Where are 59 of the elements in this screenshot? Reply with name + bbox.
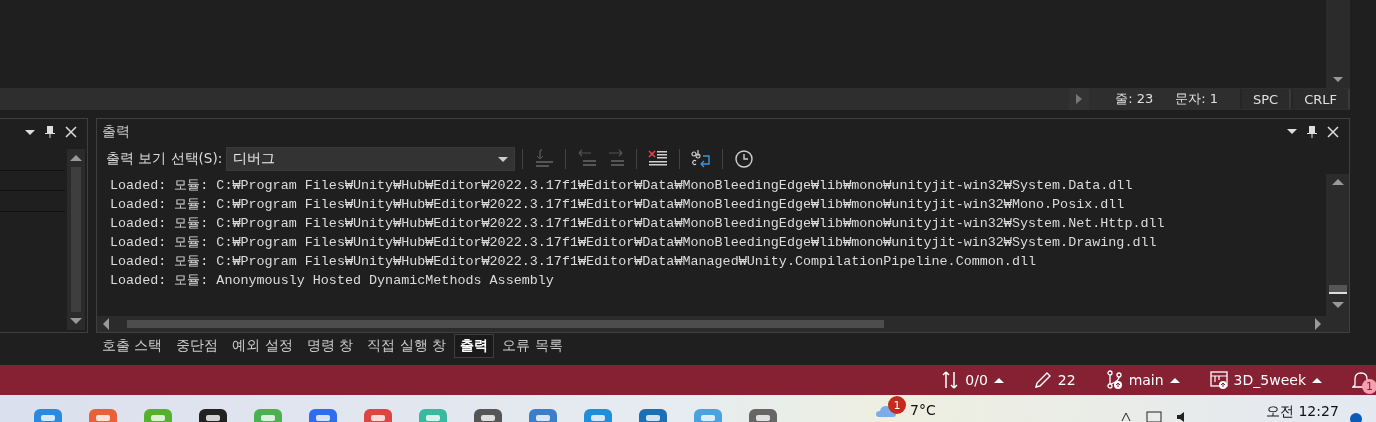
scroll-down-icon[interactable]	[70, 318, 82, 324]
dropdown-icon[interactable]	[25, 129, 35, 135]
pencil-icon[interactable]	[1033, 371, 1052, 389]
bell-icon[interactable]	[1352, 371, 1370, 389]
scroll-up-icon[interactable]	[1331, 179, 1344, 185]
panel-tab[interactable]: 예외 설정	[226, 334, 299, 358]
close-icon[interactable]	[1327, 125, 1339, 138]
caret-icon	[498, 156, 509, 162]
scrollbar-thumb[interactable]	[1328, 285, 1347, 294]
repository-icon[interactable]	[1209, 370, 1228, 390]
changes-count[interactable]: 22	[1057, 372, 1076, 388]
source-label: 출력 보기 선택(S):	[106, 150, 223, 168]
scroll-down-icon[interactable]	[1333, 77, 1343, 82]
panel-title: 출력	[102, 122, 131, 141]
notification-dot[interactable]	[1350, 413, 1362, 422]
word-wrap-icon[interactable]	[691, 149, 712, 169]
sync-arrows-icon[interactable]	[941, 370, 960, 390]
pin-icon[interactable]	[45, 126, 55, 138]
caret-icon[interactable]	[1120, 411, 1132, 422]
output-line: Loaded: 모듈: C:₩Program Files₩Unity₩Hub₩Editor₩2022.3.17f1₩Editor₩Data₩MonoBleedingEdge₩lib₩mono₩unityjit-win32₩System.Drawing.dll	[110, 234, 1157, 252]
output-line: Loaded: 모듈: C:₩Program Files₩Unity₩Hub₩Editor₩2022.3.17f1₩Editor₩Data₩Managed₩Unity.CompilationPipeline.Common.dll	[110, 253, 1036, 271]
dropdown-icon[interactable]	[1287, 129, 1297, 134]
branch-name[interactable]: main	[1128, 372, 1164, 388]
expand-arrow-icon[interactable]	[1076, 94, 1083, 104]
output-line: Loaded: 모듈: C:₩Program Files₩Unity₩Hub₩Editor₩2022.3.17f1₩Editor₩Data₩MonoBleedingEdge₩lib₩mono₩unityjit-win32₩Mono.Posix.dll	[110, 196, 1125, 214]
panel-tab[interactable]: 직접 실행 창	[361, 334, 453, 358]
panel-tab[interactable]: 호출 스택	[96, 334, 169, 358]
scroll-right-icon[interactable]	[1315, 318, 1321, 330]
scroll-left-icon[interactable]	[103, 318, 109, 330]
clear-all-icon[interactable]	[648, 149, 669, 169]
close-icon[interactable]	[65, 126, 77, 138]
scroll-down-icon[interactable]	[1331, 302, 1344, 308]
scrollbar-thumb[interactable]	[127, 320, 884, 328]
output-line: Loaded: 모듈: Anonymously Hosted DynamicMethods Assembly	[110, 272, 554, 290]
panel-tab[interactable]: 오류 목록	[496, 334, 569, 358]
clock-time[interactable]: 오전 12:27	[1266, 403, 1339, 421]
scroll-up-icon[interactable]	[70, 155, 82, 161]
panel-tab[interactable]: 명령 창	[300, 334, 360, 358]
notification-badge: 1	[1362, 379, 1376, 394]
network-icon[interactable]	[1146, 411, 1162, 422]
line-number: 줄: 23	[1115, 90, 1154, 108]
output-line: Loaded: 모듈: C:₩Program Files₩Unity₩Hub₩Editor₩2022.3.17f1₩Editor₩Data₩MonoBleedingEdge₩lib₩mono₩unityjit-win32₩System.Net.Http.dll	[110, 215, 1165, 233]
branch-icon[interactable]	[1105, 370, 1123, 390]
caret-icon[interactable]	[1312, 377, 1322, 383]
panel-tab[interactable]: 중단점	[170, 334, 225, 358]
indent-mode[interactable]: SPC	[1240, 89, 1292, 109]
clock-icon[interactable]	[734, 149, 755, 169]
repository-name[interactable]: 3D_5week	[1233, 372, 1306, 388]
pin-icon[interactable]	[1307, 125, 1317, 138]
temperature[interactable]: 7°C	[910, 402, 936, 418]
weather-badge: 1	[888, 396, 906, 414]
column-number: 문자: 1	[1175, 90, 1218, 108]
line-ending[interactable]: CRLF	[1291, 89, 1350, 109]
caret-icon[interactable]	[1169, 377, 1180, 383]
source-dropdown[interactable]: 디버그	[226, 147, 516, 171]
output-line: Loaded: 모듈: C:₩Program Files₩Unity₩Hub₩Editor₩2022.3.17f1₩Editor₩Data₩MonoBleedingEdge₩lib₩mono₩unityjit-win32₩System.Data.dll	[110, 177, 1133, 195]
caret-icon[interactable]	[993, 377, 1004, 383]
panel-tab[interactable]: 출력	[454, 334, 495, 358]
sync-count[interactable]: 0/0	[965, 372, 988, 388]
